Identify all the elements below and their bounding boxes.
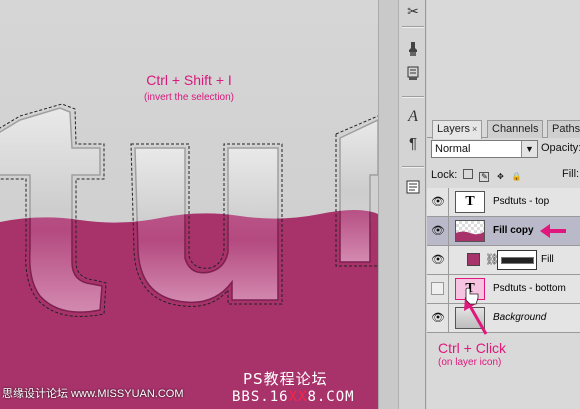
- paragraph-icon[interactable]: ¶: [402, 132, 424, 154]
- blend-mode-select[interactable]: Normal ▼: [431, 140, 538, 158]
- layer-name: Fill copy: [493, 225, 534, 236]
- background-thumbnail[interactable]: [455, 307, 485, 329]
- instruction-subtext: (invert the selection): [143, 92, 235, 103]
- panel-tabs: Layers × Channels Paths: [427, 118, 580, 139]
- eye-icon[interactable]: 👁: [431, 196, 445, 208]
- tool-separator: [402, 166, 424, 168]
- watermark-url: BBS.16XX8.COM: [232, 389, 355, 405]
- text-layer-thumbnail[interactable]: T: [455, 191, 485, 213]
- layer-row-psdtuts-bottom[interactable]: T Psdtuts - bottom: [427, 275, 580, 304]
- layer-name: Fill: [541, 254, 554, 265]
- lock-all-icon[interactable]: 🔒: [512, 173, 522, 183]
- text-tool-icon[interactable]: A: [402, 106, 424, 128]
- layer-mask-thumbnail[interactable]: [497, 250, 537, 270]
- lock-label: Lock:: [431, 169, 458, 181]
- lock-transparency-icon[interactable]: [463, 169, 474, 179]
- fill-color-swatch[interactable]: [467, 253, 480, 266]
- lock-image-icon[interactable]: ✎: [479, 172, 490, 182]
- tool-panel: ✂ A ¶: [398, 0, 426, 409]
- visibility-divider: [448, 304, 449, 333]
- tool-separator: [402, 96, 424, 98]
- eye-icon[interactable]: 👁: [431, 312, 445, 324]
- tool-separator: [402, 26, 424, 28]
- mask-shape: [501, 257, 534, 264]
- lock-position-icon[interactable]: ✥: [495, 173, 505, 183]
- close-icon[interactable]: ×: [472, 124, 477, 134]
- brush-icon[interactable]: [402, 38, 424, 60]
- hidden-eye-box[interactable]: [431, 282, 444, 295]
- watermark-site: 思缘设计论坛 www.MISSYUAN.COM: [2, 388, 184, 400]
- blend-mode-value: Normal: [435, 143, 471, 155]
- visibility-divider: [448, 275, 449, 304]
- notes-icon[interactable]: [402, 176, 424, 198]
- opacity-label: Opacity:: [541, 142, 580, 154]
- layer-row-fill-copy[interactable]: 👁 Fill copy: [427, 217, 580, 246]
- callout-subtext: (on layer icon): [438, 357, 502, 368]
- tab-channels-label: Channels: [492, 123, 539, 135]
- layer-name: Psdtuts - top: [493, 196, 550, 207]
- fill-label: Fill:: [562, 168, 580, 180]
- document-canvas[interactable]: Ctrl + Shift + I (invert the selection) …: [0, 0, 378, 409]
- eye-icon[interactable]: 👁: [431, 254, 445, 266]
- eye-icon[interactable]: 👁: [431, 225, 445, 237]
- chevron-down-icon[interactable]: ▼: [521, 141, 537, 157]
- text-layer-thumbnail[interactable]: T: [455, 278, 485, 300]
- visibility-divider: [448, 188, 449, 217]
- layer-thumbnail[interactable]: [455, 220, 485, 242]
- canvas-artwork: [0, 103, 378, 409]
- watermark-url-part-a: BBS.16: [232, 389, 289, 405]
- tab-paths[interactable]: Paths: [547, 120, 580, 138]
- visibility-divider: [448, 217, 449, 246]
- stamp-icon[interactable]: [402, 62, 424, 84]
- visibility-divider: [448, 246, 449, 275]
- layer-name: Background: [493, 312, 547, 323]
- layer-name: Psdtuts - bottom: [493, 283, 566, 294]
- layer-row-fill[interactable]: 👁 ⛓ Fill: [427, 246, 580, 275]
- tab-layers[interactable]: Layers ×: [432, 120, 483, 139]
- tab-channels[interactable]: Channels: [487, 120, 544, 138]
- photoshop-window: Ctrl + Shift + I (invert the selection) …: [0, 0, 580, 409]
- watermark-url-part-b: XX: [288, 389, 308, 405]
- canvas-scroll-gutter: [378, 0, 398, 409]
- layer-row-psdtuts-top[interactable]: 👁 T Psdtuts - top: [427, 188, 580, 217]
- watermark-title: PS教程论坛: [243, 370, 328, 388]
- lock-row: Lock: ✎ ✥ 🔒: [431, 168, 522, 182]
- instruction-text: Ctrl + Shift + I: [146, 72, 232, 88]
- watermark-url-part-c: 8.COM: [307, 389, 355, 405]
- scissors-icon[interactable]: ✂: [402, 0, 424, 22]
- callout-text: Ctrl + Click: [438, 340, 507, 356]
- layer-row-background[interactable]: 👁 Background: [427, 304, 580, 333]
- tab-layers-label: Layers: [437, 123, 471, 135]
- tab-paths-label: Paths: [552, 123, 580, 135]
